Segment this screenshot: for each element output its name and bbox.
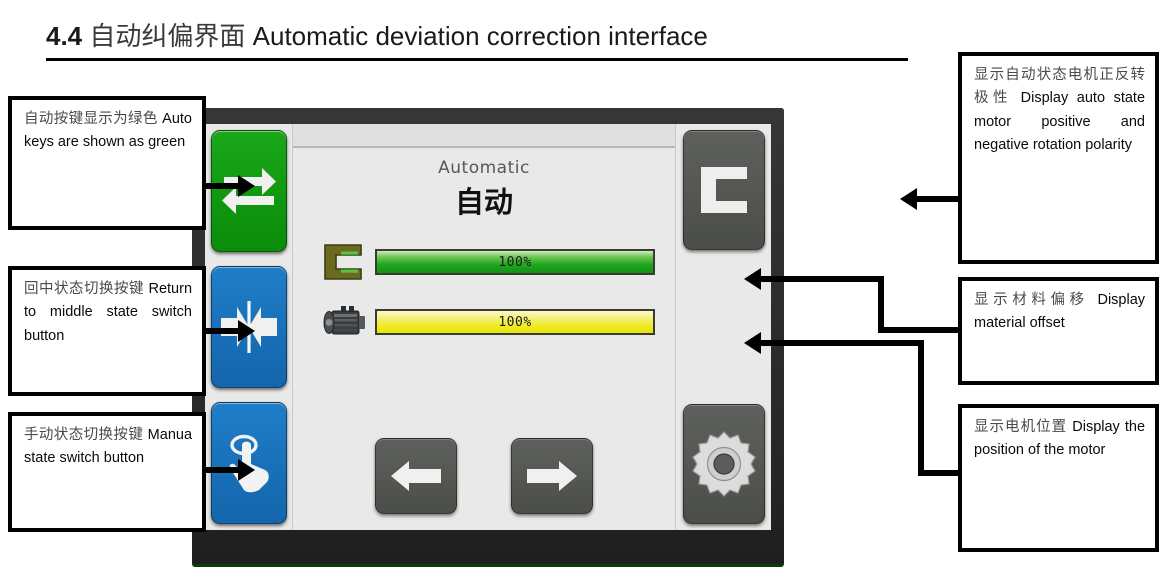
connector-auto-key-h	[206, 183, 242, 189]
gear-icon	[691, 431, 756, 497]
page-title: 4.4 自动纠偏界面 Automatic deviation correctio…	[46, 16, 708, 53]
annotation-offset: 显示材料偏移 Display material offset	[958, 277, 1159, 385]
connector-polarity-h	[916, 196, 960, 202]
connector-offset-seg-a	[878, 327, 960, 333]
fork-sensor-icon-cell	[313, 242, 375, 282]
heading-divider	[46, 58, 908, 61]
servo-motor-icon	[323, 306, 365, 335]
section-title-chinese: 自动纠偏界面	[89, 22, 246, 52]
connector-return-middle-h	[206, 328, 242, 334]
connector-auto-key-arrow	[238, 175, 255, 197]
motor-position-gauge-row: 100%	[313, 300, 665, 344]
arrow-right-icon	[527, 461, 577, 491]
material-offset-value: 100%	[498, 254, 532, 270]
annotation-return-middle: 回中状态切换按键 Return to middle state switch b…	[8, 266, 206, 396]
sensor-polarity-button[interactable]	[682, 130, 765, 250]
jog-left-button[interactable]	[375, 438, 457, 514]
jog-buttons-group	[293, 438, 675, 514]
material-offset-bar: 100%	[375, 249, 655, 275]
hmi-device: Automatic 自动 100% 100%	[192, 108, 784, 564]
connector-motorpos-seg-a	[918, 470, 960, 476]
arrow-left-icon	[391, 461, 441, 491]
settings-button[interactable]	[682, 404, 765, 524]
motor-position-value: 100%	[498, 314, 532, 330]
annotation-motor-position-cn: 显示电机位置	[974, 419, 1068, 435]
connector-offset-arrow	[744, 268, 761, 290]
connector-polarity-arrow	[900, 188, 917, 210]
panel-body: Automatic 自动 100% 100%	[293, 148, 675, 530]
mode-title-block: Automatic 自动	[293, 148, 675, 221]
center-panel: Automatic 自动 100% 100%	[293, 124, 675, 530]
fork-sensor-icon	[324, 244, 362, 280]
connector-motorpos-arrow	[744, 332, 761, 354]
annotation-auto-key-cn: 自动按键显示为绿色	[24, 111, 158, 127]
annotation-return-middle-cn: 回中状态切换按键	[24, 281, 144, 297]
servo-motor-icon-cell	[313, 302, 375, 342]
connector-manual-h	[206, 467, 242, 473]
panel-top-strip	[293, 124, 675, 148]
section-title-english: Automatic deviation correction interface	[252, 21, 708, 51]
annotation-auto-key: 自动按键显示为绿色 Auto keys are shown as green	[8, 96, 206, 230]
gauges-group: 100% 100%	[313, 240, 665, 360]
connector-motorpos-seg-c	[760, 340, 924, 346]
connector-offset-seg-b	[878, 276, 884, 333]
annotation-offset-cn: 显示材料偏移	[974, 292, 1089, 308]
annotation-polarity: 显示自动状态电机正反转极性 Display auto state motor p…	[958, 52, 1159, 264]
mode-title-chinese: 自动	[454, 185, 513, 219]
section-number: 4.4	[46, 21, 83, 51]
hmi-screen: Automatic 自动 100% 100%	[205, 124, 771, 530]
connector-motorpos-seg-b	[918, 340, 924, 476]
jog-right-button[interactable]	[511, 438, 593, 514]
connector-return-middle-arrow	[238, 320, 255, 342]
mode-title-english: Automatic	[438, 158, 530, 178]
material-offset-gauge-row: 100%	[313, 240, 665, 284]
connector-manual-arrow	[238, 459, 255, 481]
fork-sensor-icon	[700, 167, 747, 213]
right-button-column	[675, 124, 771, 530]
annotation-motor-position: 显示电机位置 Display the position of the motor	[958, 404, 1159, 552]
annotation-manual: 手动状态切换按键 Manua state switch button	[8, 412, 206, 532]
annotation-manual-cn: 手动状态切换按键	[24, 427, 144, 443]
connector-offset-seg-c	[760, 276, 884, 282]
motor-position-bar: 100%	[375, 309, 655, 335]
